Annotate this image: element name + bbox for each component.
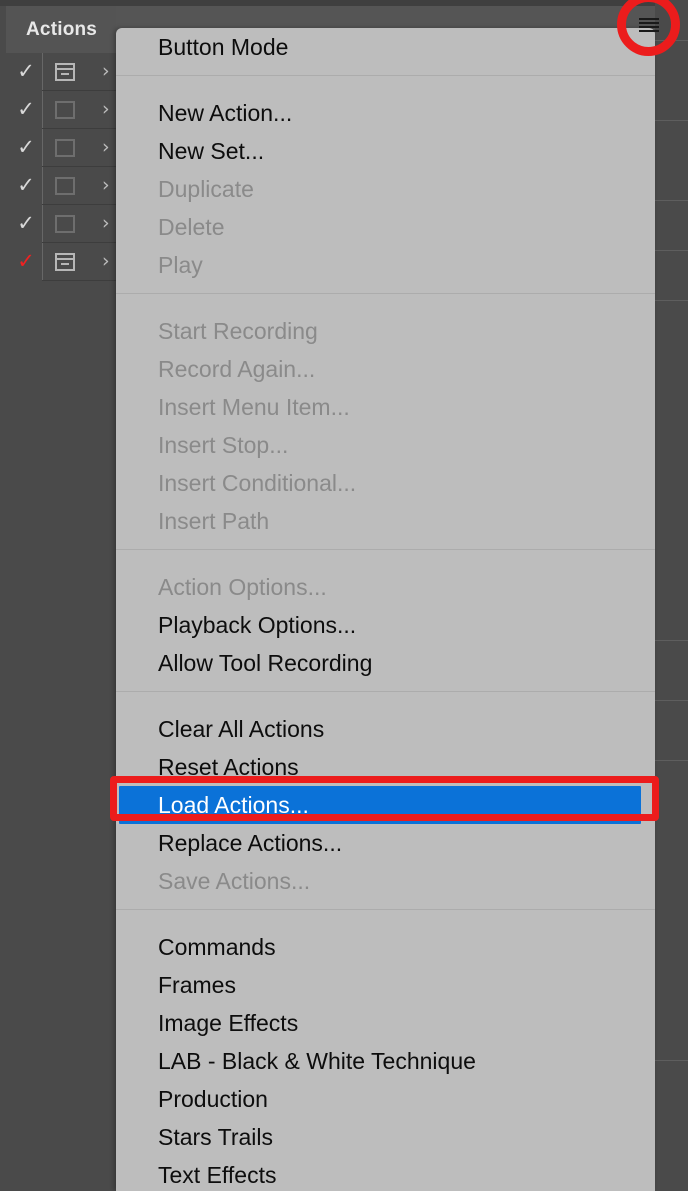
- photoshop-actions-panel-screen: Actions ✓ › ✓ › ✓ › ✓ › ✓ › ✓ › Button Mode New Acti…: [0, 0, 688, 1191]
- panel-tab-actions[interactable]: Actions: [6, 6, 116, 53]
- dialog-toggle-icon[interactable]: [55, 63, 75, 81]
- row-divider: [42, 91, 43, 129]
- empty-box-icon[interactable]: [55, 101, 75, 119]
- action-row[interactable]: ✓ ›: [6, 205, 116, 243]
- action-toggle-check-icon[interactable]: ✓: [16, 251, 36, 272]
- menu-item-frames[interactable]: Frames: [116, 966, 655, 1004]
- menu-item-load-actions[interactable]: Load Actions...: [119, 786, 641, 824]
- menu-item-clear-all-actions[interactable]: Clear All Actions: [116, 710, 655, 748]
- menu-item-commands[interactable]: Commands: [116, 928, 655, 966]
- adjacent-row-line: [655, 700, 688, 701]
- menu-item-insert-conditional: Insert Conditional...: [158, 470, 357, 496]
- row-divider: [42, 167, 43, 205]
- menu-separator-line: [116, 909, 655, 910]
- panel-flyout-menu[interactable]: Button Mode New Action... New Set... Duplic…: [116, 28, 655, 1191]
- menu-item-reset-actions[interactable]: Reset Actions: [116, 748, 655, 786]
- panel-tab-label: Actions: [26, 19, 98, 40]
- chevron-right-icon[interactable]: ›: [102, 251, 116, 271]
- action-row[interactable]: ✓ ›: [6, 91, 116, 129]
- menu-item-playback-options[interactable]: Playback Options...: [116, 606, 655, 644]
- action-row[interactable]: ✓ ›: [6, 129, 116, 167]
- row-divider: [42, 205, 43, 243]
- menu-item-production[interactable]: Production: [116, 1080, 655, 1118]
- menu-separator-line: [116, 75, 655, 76]
- adjacent-panel-rows: [655, 0, 688, 1191]
- menu-item-new-set[interactable]: New Set...: [116, 132, 655, 170]
- adjacent-row-line: [655, 640, 688, 641]
- row-divider: [42, 129, 43, 167]
- hamburger-panel-menu-icon[interactable]: [639, 18, 659, 35]
- adjacent-row-line: [655, 40, 688, 41]
- action-toggle-check-icon[interactable]: ✓: [16, 61, 36, 82]
- menu-separator: [116, 293, 655, 312]
- empty-box-icon[interactable]: [55, 139, 75, 157]
- actions-panel-body: ✓ › ✓ › ✓ › ✓ › ✓ › ✓ ›: [6, 53, 116, 1191]
- menu-item-new-action[interactable]: New Action...: [116, 94, 655, 132]
- action-row[interactable]: ✓ ›: [6, 53, 116, 91]
- menu-item-insert-path: Insert Path: [158, 508, 270, 534]
- menu-item-text-effects[interactable]: Text Effects: [116, 1156, 655, 1191]
- menu-separator: [116, 691, 655, 710]
- row-divider: [42, 53, 43, 91]
- menu-item-insert-menu-item: Insert Menu Item...: [158, 394, 350, 420]
- chevron-right-icon[interactable]: ›: [102, 137, 116, 157]
- chevron-right-icon[interactable]: ›: [102, 61, 116, 81]
- empty-box-icon[interactable]: [55, 177, 75, 195]
- menu-item-save-actions: Save Actions...: [158, 868, 311, 894]
- menu-separator: [116, 909, 655, 928]
- menu-separator: [116, 549, 655, 568]
- adjacent-row-line: [655, 200, 688, 201]
- menu-separator-line: [116, 549, 655, 550]
- actions-panel: Actions ✓ › ✓ › ✓ › ✓ › ✓ › ✓ ›: [0, 6, 116, 1191]
- menu-item-lab-black-white-technique[interactable]: LAB - Black & White Technique: [116, 1042, 655, 1080]
- actions-list: ✓ › ✓ › ✓ › ✓ › ✓ › ✓ ›: [6, 53, 116, 281]
- adjacent-row-line: [655, 300, 688, 301]
- adjacent-row-line: [655, 120, 688, 121]
- adjacent-row-line: [655, 250, 688, 251]
- adjacent-row-line: [655, 760, 688, 761]
- action-row[interactable]: ✓ ›: [6, 167, 116, 205]
- menu-item-button-mode[interactable]: Button Mode: [116, 28, 655, 66]
- menu-item-insert-stop: Insert Stop...: [158, 432, 289, 458]
- chevron-right-icon[interactable]: ›: [102, 175, 116, 195]
- menu-separator: [116, 75, 655, 94]
- menu-item-play: Play: [158, 252, 203, 278]
- action-toggle-check-icon[interactable]: ✓: [16, 175, 36, 196]
- menu-separator-line: [116, 293, 655, 294]
- chevron-right-icon[interactable]: ›: [102, 213, 116, 233]
- menu-item-start-recording: Start Recording: [158, 318, 318, 344]
- adjacent-row-line: [655, 1060, 688, 1061]
- empty-box-icon[interactable]: [55, 215, 75, 233]
- menu-item-replace-actions[interactable]: Replace Actions...: [116, 824, 655, 862]
- menu-item-allow-tool-recording[interactable]: Allow Tool Recording: [116, 644, 655, 682]
- action-toggle-check-icon[interactable]: ✓: [16, 99, 36, 120]
- row-divider: [42, 243, 43, 281]
- menu-item-stars-trails[interactable]: Stars Trails: [116, 1118, 655, 1156]
- menu-separator-line: [116, 691, 655, 692]
- action-row[interactable]: ✓ ›: [6, 243, 116, 281]
- menu-item-record-again: Record Again...: [158, 356, 316, 382]
- menu-item-action-options: Action Options...: [158, 574, 327, 600]
- chevron-right-icon[interactable]: ›: [102, 99, 116, 119]
- menu-item-duplicate: Duplicate: [158, 176, 254, 202]
- action-toggle-check-icon[interactable]: ✓: [16, 213, 36, 234]
- menu-item-image-effects[interactable]: Image Effects: [116, 1004, 655, 1042]
- dialog-toggle-icon[interactable]: [55, 253, 75, 271]
- row-separator: [42, 280, 116, 281]
- menu-item-delete: Delete: [158, 214, 225, 240]
- action-toggle-check-icon[interactable]: ✓: [16, 137, 36, 158]
